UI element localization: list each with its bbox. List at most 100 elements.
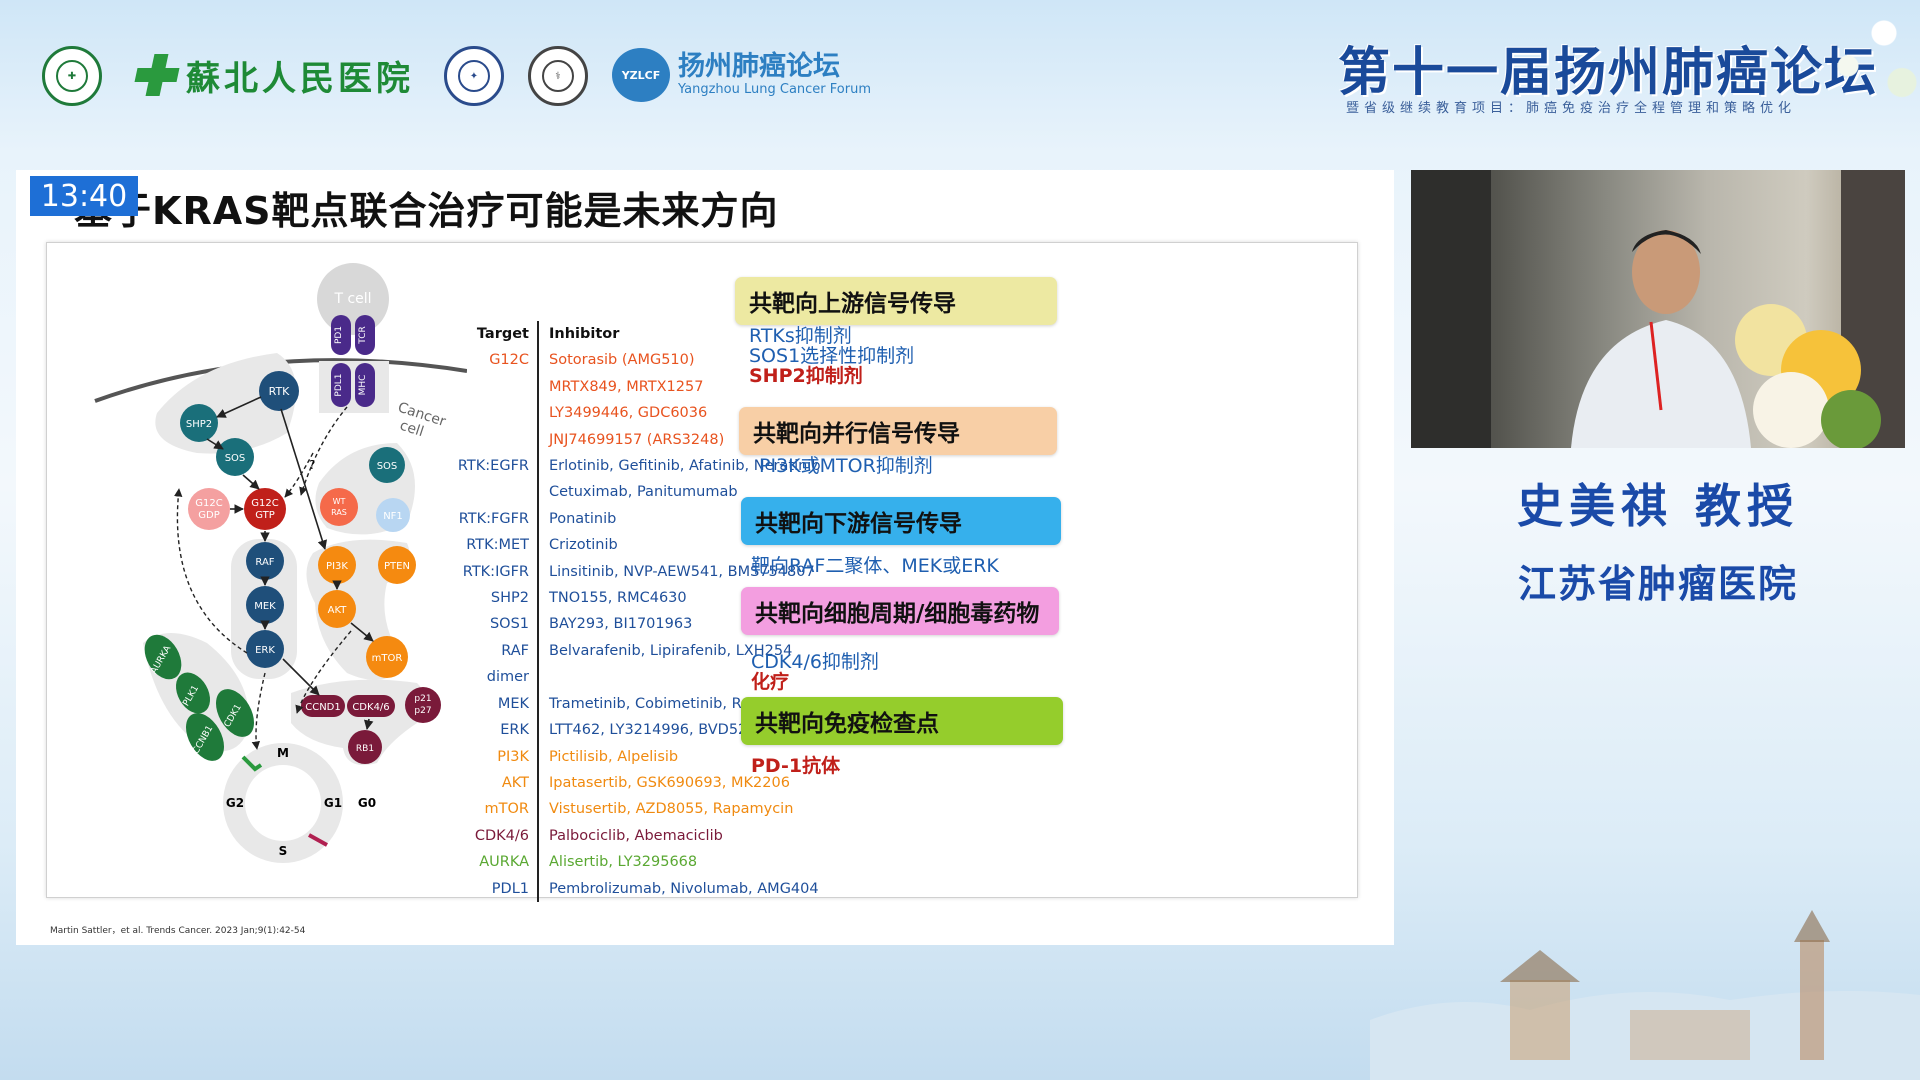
flower-decoration	[1800, 0, 1920, 110]
table-target-cell: MEK	[497, 695, 529, 712]
forum-name-cn: 扬州肺癌论坛	[678, 51, 840, 82]
table-inhibitor-cell: Alisertib, LY3295668	[537, 849, 697, 876]
table-target-cell: mTOR	[484, 801, 529, 818]
citation: Martin Sattler，et al. Trends Cancer. 202…	[50, 926, 306, 936]
speaker-name: 史美祺 教授	[1516, 479, 1799, 533]
table-row: AURKA Alisertib, LY3295668	[457, 849, 821, 876]
strategy-item: 靶向RAF二聚体、MEK或ERK	[751, 555, 999, 577]
slide-title: 基于KRAS靶点联合治疗可能是未来方向	[74, 189, 779, 233]
table-header-inhibitor: Inhibitor	[537, 321, 619, 348]
phase-m-label: M	[277, 746, 289, 760]
cell-cycle-inner	[245, 765, 321, 841]
table-inhibitor-cell: Vistusertib, AZD8055, Rapamycin	[537, 796, 793, 823]
table-target-cell: SOS1	[489, 616, 529, 633]
phase-s-label: S	[279, 844, 288, 858]
strategy-header: 共靶向细胞周期/细胞毒药物	[741, 587, 1059, 635]
table-inhibitor-cell: TNO155, RMC4630	[537, 585, 687, 612]
university-seal-logo: ✦	[444, 46, 504, 106]
p21-label: p21	[414, 694, 431, 704]
table-inhibitor-cell: BAY293, BI1701963	[537, 611, 692, 638]
rtk-label: RTK	[269, 385, 291, 398]
wtras-label-1: WT	[333, 497, 346, 506]
table-target-cell: CDK4/6	[474, 827, 529, 844]
table-target-cell	[457, 479, 537, 505]
table-target-cell: ERK	[500, 722, 529, 739]
table-header-target: Target	[476, 326, 529, 342]
g12c-gdp-node	[188, 488, 230, 530]
g12c-gtp-node	[244, 488, 286, 530]
hospital-logo: 蘇北人民医院	[134, 50, 414, 100]
raf-label: RAF	[255, 557, 274, 568]
nf1-label: NF1	[383, 511, 403, 522]
speaker-institution: 江苏省肿瘤医院	[1517, 562, 1798, 606]
table-inhibitor-cell: Pembrolizumab, Nivolumab, AMG404	[537, 875, 819, 902]
flower-leaves	[1821, 390, 1881, 448]
table-target-cell	[457, 374, 537, 400]
table-row: PDL1 Pembrolizumab, Nivolumab, AMG404	[457, 875, 821, 902]
phase-g0-label: G0	[358, 796, 376, 810]
strategy-item: PI3K或MTOR抑制剂	[759, 455, 933, 477]
table-target-cell: G12C	[489, 352, 529, 369]
mtor-label: mTOR	[372, 653, 403, 664]
time-badge: 13:40	[30, 176, 138, 216]
mhc-label: MHC	[358, 375, 368, 396]
shp2-label: SHP2	[186, 419, 212, 430]
table-target-cell: RTK:EGFR	[457, 458, 529, 475]
phase-g1-label: G1	[324, 796, 342, 810]
pi3k-label: PI3K	[326, 561, 348, 572]
pd1-label: PD1	[334, 326, 344, 344]
table-target-cell: AKT	[501, 774, 529, 791]
table-target-cell: PDL1	[491, 880, 529, 897]
forum-badge-icon: YZLCF	[612, 48, 670, 102]
table-inhibitor-cell: Palbociclib, Abemaciclib	[537, 822, 723, 850]
header-banner: ✚ 蘇北人民医院 ✦ ⚕ YZLCF 扬州肺癌论坛 Yangzhou Lung …	[0, 0, 1920, 150]
kras-pathway-diagram: T cell PD1 TCR PDL1 MHC Cancer cell RTK …	[94, 263, 467, 863]
g12c-gdp-label-1: G12C	[195, 498, 222, 509]
strategy-header: 共靶向免疫检查点	[741, 697, 1063, 745]
cdk46-label: CDK4/6	[352, 702, 389, 713]
g12c-gdp-label-2: GDP	[198, 510, 219, 521]
forum-name-en: Yangzhou Lung Cancer Forum	[678, 82, 871, 97]
p21-p27-node	[405, 687, 441, 723]
mek-label: MEK	[254, 601, 276, 612]
strategy-header: 共靶向下游信号传导	[741, 497, 1061, 545]
table-target-cell: RTK:IGFR	[462, 563, 529, 580]
erk-label: ERK	[255, 645, 275, 656]
hospital-seal-logo: ✚	[42, 46, 102, 106]
wtras-node	[320, 488, 358, 526]
table-target-cell: RTK:FGFR	[458, 510, 529, 527]
table-inhibitor-cell: Cetuximab, Panitumumab	[537, 479, 738, 506]
tcr-label: TCR	[358, 326, 368, 345]
table-target-cell	[457, 400, 537, 426]
tcell-label: T cell	[333, 291, 371, 307]
pten-label: PTEN	[384, 561, 410, 572]
ligand-cluster	[319, 361, 389, 413]
strategy-header: 共靶向上游信号传导	[735, 277, 1057, 325]
table-target-cell: PI3K	[497, 748, 529, 765]
table-inhibitor-cell: Crizotinib	[537, 532, 618, 559]
strategy-header: 共靶向并行信号传导	[739, 407, 1057, 455]
forum-logo: YZLCF 扬州肺癌论坛 Yangzhou Lung Cancer Forum	[612, 48, 871, 102]
ccnd1-label: CCND1	[305, 702, 341, 713]
speaker-loudspeaker	[1411, 170, 1491, 448]
landscape-decoration	[1370, 910, 1920, 1080]
slide-figure: T cell PD1 TCR PDL1 MHC Cancer cell RTK …	[46, 242, 1358, 902]
g12c-gtp-label-1: G12C	[251, 498, 278, 509]
strategy-item: SHP2抑制剂	[749, 365, 863, 387]
hospital-cross-icon	[134, 52, 180, 98]
speaker-video-frame	[1411, 170, 1905, 448]
hospital-name: 蘇北人民医院	[186, 58, 414, 99]
phase-g2-label: G2	[226, 796, 244, 810]
table-target-cell: SHP2	[490, 590, 529, 607]
medical-seal-logo: ⚕	[528, 46, 588, 106]
table-target-cell: AURKA	[479, 854, 529, 871]
g12c-gtp-label-2: GTP	[255, 510, 275, 521]
sos-label: SOS	[225, 453, 246, 464]
table-inhibitor-cell: JNJ74699157 (ARS3248)	[537, 426, 724, 454]
table-target-cell: RAF dimer	[486, 642, 529, 686]
strategy-item: 化疗	[751, 671, 790, 693]
table-row: CDK4/6 Palbociclib, Abemaciclib	[457, 822, 821, 850]
table-inhibitor-cell: Ponatinib	[537, 505, 616, 533]
table-row: mTOR Vistusertib, AZD8055, Rapamycin	[457, 796, 821, 823]
question-mark: ?	[309, 458, 315, 472]
